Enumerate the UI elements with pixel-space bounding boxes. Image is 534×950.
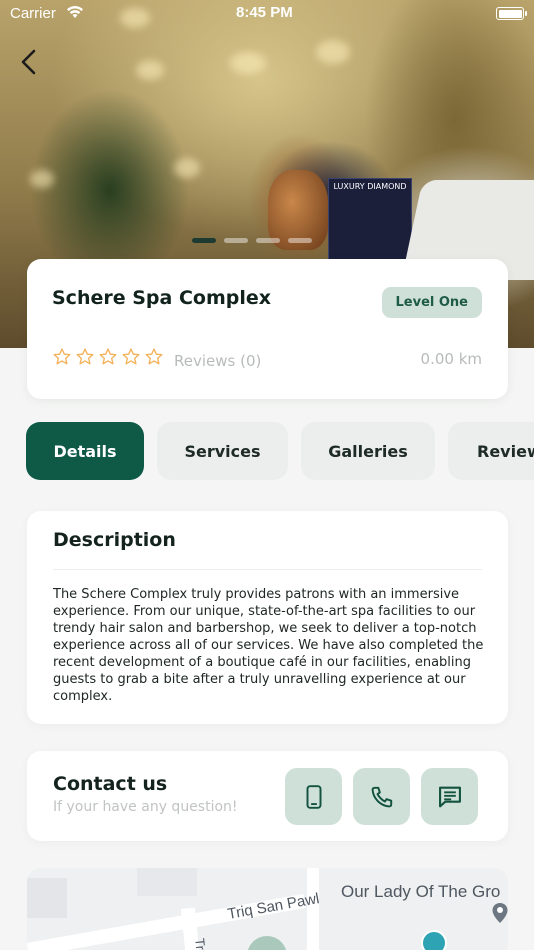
location-map[interactable]: Triq San Pawl Our Lady Of The Gro Tri bbox=[27, 868, 508, 950]
tab-services[interactable]: Services bbox=[157, 422, 288, 480]
message-button[interactable] bbox=[421, 768, 478, 825]
distance-label: 0.00 km bbox=[420, 350, 482, 368]
wall-light bbox=[30, 170, 54, 188]
map-pin-icon[interactable] bbox=[491, 902, 508, 924]
reviews-count[interactable]: Reviews (0) bbox=[174, 352, 261, 370]
battery-icon bbox=[496, 7, 527, 20]
chat-icon bbox=[438, 786, 461, 807]
description-text: The Schere Complex truly provides patron… bbox=[53, 587, 484, 704]
wall-light bbox=[136, 60, 164, 80]
carousel-dot[interactable] bbox=[224, 238, 248, 243]
carousel-dot[interactable] bbox=[256, 238, 280, 243]
description-card: Description The Schere Complex truly pro… bbox=[27, 511, 508, 724]
wall-light bbox=[230, 52, 266, 74]
poi-marker[interactable] bbox=[421, 930, 447, 950]
venue-name: Schere Spa Complex bbox=[52, 287, 272, 309]
chevron-left-icon bbox=[21, 49, 36, 75]
phone-icon bbox=[371, 786, 392, 807]
call-button[interactable] bbox=[353, 768, 410, 825]
rating-stars[interactable] bbox=[52, 347, 164, 367]
carousel-dot[interactable] bbox=[192, 238, 216, 243]
star-icon[interactable] bbox=[52, 347, 72, 367]
tab-bar: Details Services Galleries Reviews bbox=[26, 422, 534, 480]
wall-light bbox=[174, 158, 200, 178]
level-badge: Level One bbox=[381, 287, 482, 318]
landmark-label: Our Lady Of The Gro bbox=[341, 882, 501, 901]
tab-galleries[interactable]: Galleries bbox=[301, 422, 435, 480]
venue-info-card: Schere Spa Complex Level One Reviews (0)… bbox=[27, 259, 508, 399]
back-button[interactable] bbox=[14, 46, 46, 78]
product-display: LUXURY DIAMOND bbox=[328, 178, 412, 260]
map-road bbox=[307, 868, 319, 950]
star-icon[interactable] bbox=[144, 347, 164, 367]
carrier-label: Carrier bbox=[10, 5, 56, 22]
wifi-icon bbox=[67, 6, 83, 18]
star-icon[interactable] bbox=[98, 347, 118, 367]
map-block bbox=[137, 868, 197, 896]
contact-title: Contact us bbox=[53, 773, 168, 795]
star-icon[interactable] bbox=[121, 347, 141, 367]
contact-card: Contact us If your have any question! bbox=[27, 751, 508, 841]
tab-details[interactable]: Details bbox=[26, 422, 144, 480]
status-bar: Carrier 8:45 PM bbox=[0, 0, 534, 28]
divider bbox=[53, 569, 482, 570]
clock: 8:45 PM bbox=[236, 4, 293, 21]
poi-marker[interactable] bbox=[247, 936, 287, 950]
wall-light bbox=[316, 40, 350, 64]
carousel-indicator[interactable] bbox=[192, 238, 312, 243]
mobile-button[interactable] bbox=[285, 768, 342, 825]
description-title: Description bbox=[53, 529, 176, 551]
carousel-dot[interactable] bbox=[288, 238, 312, 243]
mobile-icon bbox=[306, 784, 321, 809]
contact-subtitle: If your have any question! bbox=[53, 799, 238, 815]
star-icon[interactable] bbox=[75, 347, 95, 367]
tab-reviews[interactable]: Reviews bbox=[448, 422, 534, 480]
map-block bbox=[27, 878, 67, 918]
product-display-label: LUXURY DIAMOND bbox=[333, 182, 407, 191]
street-label: Tri bbox=[192, 937, 209, 950]
